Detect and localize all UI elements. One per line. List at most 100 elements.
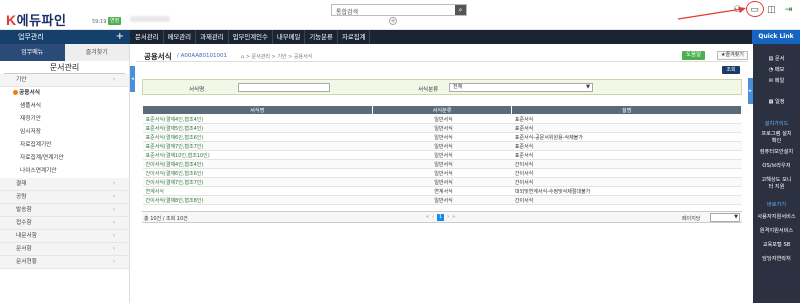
plus-icon[interactable]: + xyxy=(116,30,124,44)
quick-memo[interactable]: ◔ 메모 xyxy=(753,67,800,74)
description-cell: 표준서식 xyxy=(511,141,742,151)
search-icon[interactable]: ⌕ xyxy=(455,5,466,15)
quick-schedule[interactable]: ▦ 일정 xyxy=(753,99,800,106)
form-name-cell[interactable]: 표준서식(결재7인,협조7인) xyxy=(142,141,373,151)
link-program-check[interactable]: 프로그램 설치확인 xyxy=(753,131,800,145)
form-name-cell[interactable]: 표준서식(결재6인,협조6인) xyxy=(142,132,373,142)
table-row[interactable]: 표준서식(결재7인,협조7인) 일반서식 표준서식 xyxy=(142,141,742,151)
first-page-icon[interactable]: « xyxy=(426,214,429,221)
logout-icon[interactable]: ⇥ xyxy=(783,5,794,16)
nav-item-memo[interactable]: 메모관리 xyxy=(164,30,197,44)
extend-session-button[interactable]: 연장 xyxy=(108,17,122,25)
link-hires-monitor[interactable]: 고해상도 모니터 지원 xyxy=(753,177,800,191)
form-category-select[interactable]: 전체 ▼ xyxy=(449,83,593,92)
form-name-cell[interactable]: 표준서식(결재10인,협조10인) xyxy=(142,150,373,160)
help-button[interactable]: 도움말 xyxy=(682,51,706,60)
link-remote-support[interactable]: 원격지원서비스 xyxy=(753,228,800,235)
nav-item-task[interactable]: 과제관리 xyxy=(196,30,229,44)
table-row[interactable]: 연계서식 연계서식 대외및연계서식-수정및삭제절대불가 xyxy=(142,186,742,196)
add-circle-icon[interactable]: + xyxy=(389,17,397,25)
link-edu-portal[interactable]: 교육포털 SB xyxy=(753,242,800,249)
form-name-cell[interactable]: 간이서식(결재7인,협조7인) xyxy=(142,177,373,187)
sidebar-item-label: 공람 xyxy=(16,194,27,200)
global-search-input[interactable]: 통합검색 ⌕ xyxy=(331,4,467,16)
table-row[interactable]: 간이서식(결재4인,협조4인) 일반서식 간이서식 xyxy=(142,159,742,169)
link-security-install[interactable]: 컴퓨터보안설치 xyxy=(753,149,800,156)
form-name-cell[interactable]: 간이서식(결재4인,협조4인) xyxy=(142,159,373,169)
nav-item-aggregation[interactable]: 자료집계 xyxy=(338,30,371,44)
collapse-left-handle[interactable]: ◂ xyxy=(130,66,135,92)
quick-link-panel: ▤ 문서 ◔ 메모 ✉ 메일 ▦ 일정 설치가이드 프로그램 설치확인 컴퓨터보… xyxy=(753,44,800,303)
link-contact[interactable]: 담당자연락처 xyxy=(753,256,800,263)
sidebar-item[interactable]: 자료집계기안 xyxy=(0,139,129,152)
link-user-support[interactable]: 사용자지원서비스 xyxy=(753,214,800,221)
tab-work-menu[interactable]: 업무메뉴 xyxy=(0,44,65,61)
sidebar-item-label: 임시저장 xyxy=(20,129,41,135)
quick-document[interactable]: ▤ 문서 xyxy=(753,56,800,63)
query-button[interactable]: 조회 xyxy=(722,66,740,74)
form-name-cell[interactable]: 연계서식 xyxy=(142,186,373,196)
description-cell: 표준서식 xyxy=(511,150,742,160)
table-row[interactable]: 간이서식(결재7인,협조7인) 일반서식 간이서식 xyxy=(142,177,742,187)
nav-item-classification[interactable]: 기능분류 xyxy=(305,30,338,44)
sidebar-item-label: 샘플서식 xyxy=(20,103,41,109)
sidebar-item[interactable]: 기안 › xyxy=(0,74,129,87)
quick-mail[interactable]: ✉ 메일 xyxy=(753,78,800,85)
sidebar-item[interactable]: 문서현황 › xyxy=(0,256,129,269)
nav-item-handover[interactable]: 업무인계인수 xyxy=(229,30,273,44)
table-row[interactable]: 표준서식(결재6인,협조6인) 일반서식 표준서식-공문서위원용-삭제불가 xyxy=(142,132,742,142)
sidebar-item[interactable]: 발송함 › xyxy=(0,204,129,217)
sidebar-item[interactable]: 재정기안 xyxy=(0,113,129,126)
system-menu-button[interactable]: 업무관리 + xyxy=(0,30,130,44)
filter-panel: 서식명 서식분류 전체 ▼ xyxy=(142,79,742,95)
next-page-icon[interactable]: › xyxy=(447,214,449,221)
result-count: 총 10건 / 조회 10건 xyxy=(144,216,188,222)
description-cell: 표준서식-공문서위원용-삭제불가 xyxy=(511,132,742,142)
col-form-name[interactable]: 서식명 xyxy=(142,105,373,115)
window-icon[interactable]: ◫ xyxy=(766,5,777,16)
page-number[interactable]: 1 xyxy=(437,214,445,221)
description-cell: 간이서식 xyxy=(511,168,742,178)
edufine-logo[interactable]: K에듀파인 xyxy=(6,10,66,29)
sidebar-item-label: 기안 xyxy=(16,77,27,83)
tab-favorites[interactable]: 즐겨찾기 xyxy=(64,44,129,61)
form-category-cell: 일반서식 xyxy=(372,168,512,178)
sidebar-item[interactable]: 임시저장 xyxy=(0,126,129,139)
nav-item-mail[interactable]: 내부메일 xyxy=(273,30,306,44)
last-page-icon[interactable]: » xyxy=(452,214,455,221)
form-name-cell[interactable]: 표준서식(결재5인,협조4인) xyxy=(142,123,373,133)
sidebar-item-label: 공용서식 xyxy=(19,90,40,96)
session-timer: 59:19 xyxy=(92,19,107,25)
highlight-arrow xyxy=(677,7,746,20)
form-name-label: 서식명 xyxy=(189,87,205,93)
per-page-select[interactable]: ▼ xyxy=(710,213,740,222)
sidebar-item[interactable]: 자료집계/연계기안 xyxy=(0,152,129,165)
form-name-cell[interactable]: 간이서식(결재6인,협조6인) xyxy=(142,168,373,178)
form-name-cell[interactable]: 표준서식(결재4인,협조4인) xyxy=(142,114,373,124)
table-row[interactable]: 간이서식(결재8인,협조8인) 일반서식 간이서식 xyxy=(142,195,742,205)
sidebar-item[interactable]: 접수함 › xyxy=(0,217,129,230)
pagination-bar: 총 10건 / 조회 10건 « ‹ 1 › » 페이지당 ▼ xyxy=(142,211,742,223)
sidebar-item[interactable]: 나이스연계기안 xyxy=(0,165,129,178)
table-row[interactable]: 간이서식(결재6인,협조6인) 일반서식 간이서식 xyxy=(142,168,742,178)
sidebar-item[interactable]: 샘플서식 xyxy=(0,100,129,113)
sidebar-item[interactable]: 문서함 › xyxy=(0,243,129,256)
link-os-browser[interactable]: OS/브라우저 xyxy=(753,163,800,170)
table-row[interactable]: 표준서식(결재5인,협조4인) 일반서식 표준서식 xyxy=(142,123,742,133)
col-description[interactable]: 설명 xyxy=(511,105,742,115)
form-name-cell[interactable]: 간이서식(결재8인,협조8인) xyxy=(142,195,373,205)
nav-item-document[interactable]: 문서관리 xyxy=(131,30,164,44)
col-form-category[interactable]: 서식분류 xyxy=(371,105,513,115)
sidebar-item[interactable]: 내문서함 › xyxy=(0,230,129,243)
sidebar-item[interactable]: 결재 › xyxy=(0,178,129,191)
table-row[interactable]: 표준서식(결재10인,협조10인) 일반서식 표준서식 xyxy=(142,150,742,160)
form-category-cell: 일반서식 xyxy=(372,114,512,124)
sidebar-item[interactable]: 공용서식 xyxy=(0,87,129,100)
table-row[interactable]: 표준서식(결재4인,협조4인) 일반서식 표준서식 xyxy=(142,114,742,124)
add-favorite-button[interactable]: ★즐겨찾기 xyxy=(717,51,748,60)
prev-page-icon[interactable]: ‹ xyxy=(432,214,434,221)
chevron-right-icon: › xyxy=(112,77,115,83)
sidebar-item[interactable]: 공람 › xyxy=(0,191,129,204)
chevron-right-icon: › xyxy=(112,207,115,213)
form-name-input[interactable] xyxy=(238,83,330,92)
